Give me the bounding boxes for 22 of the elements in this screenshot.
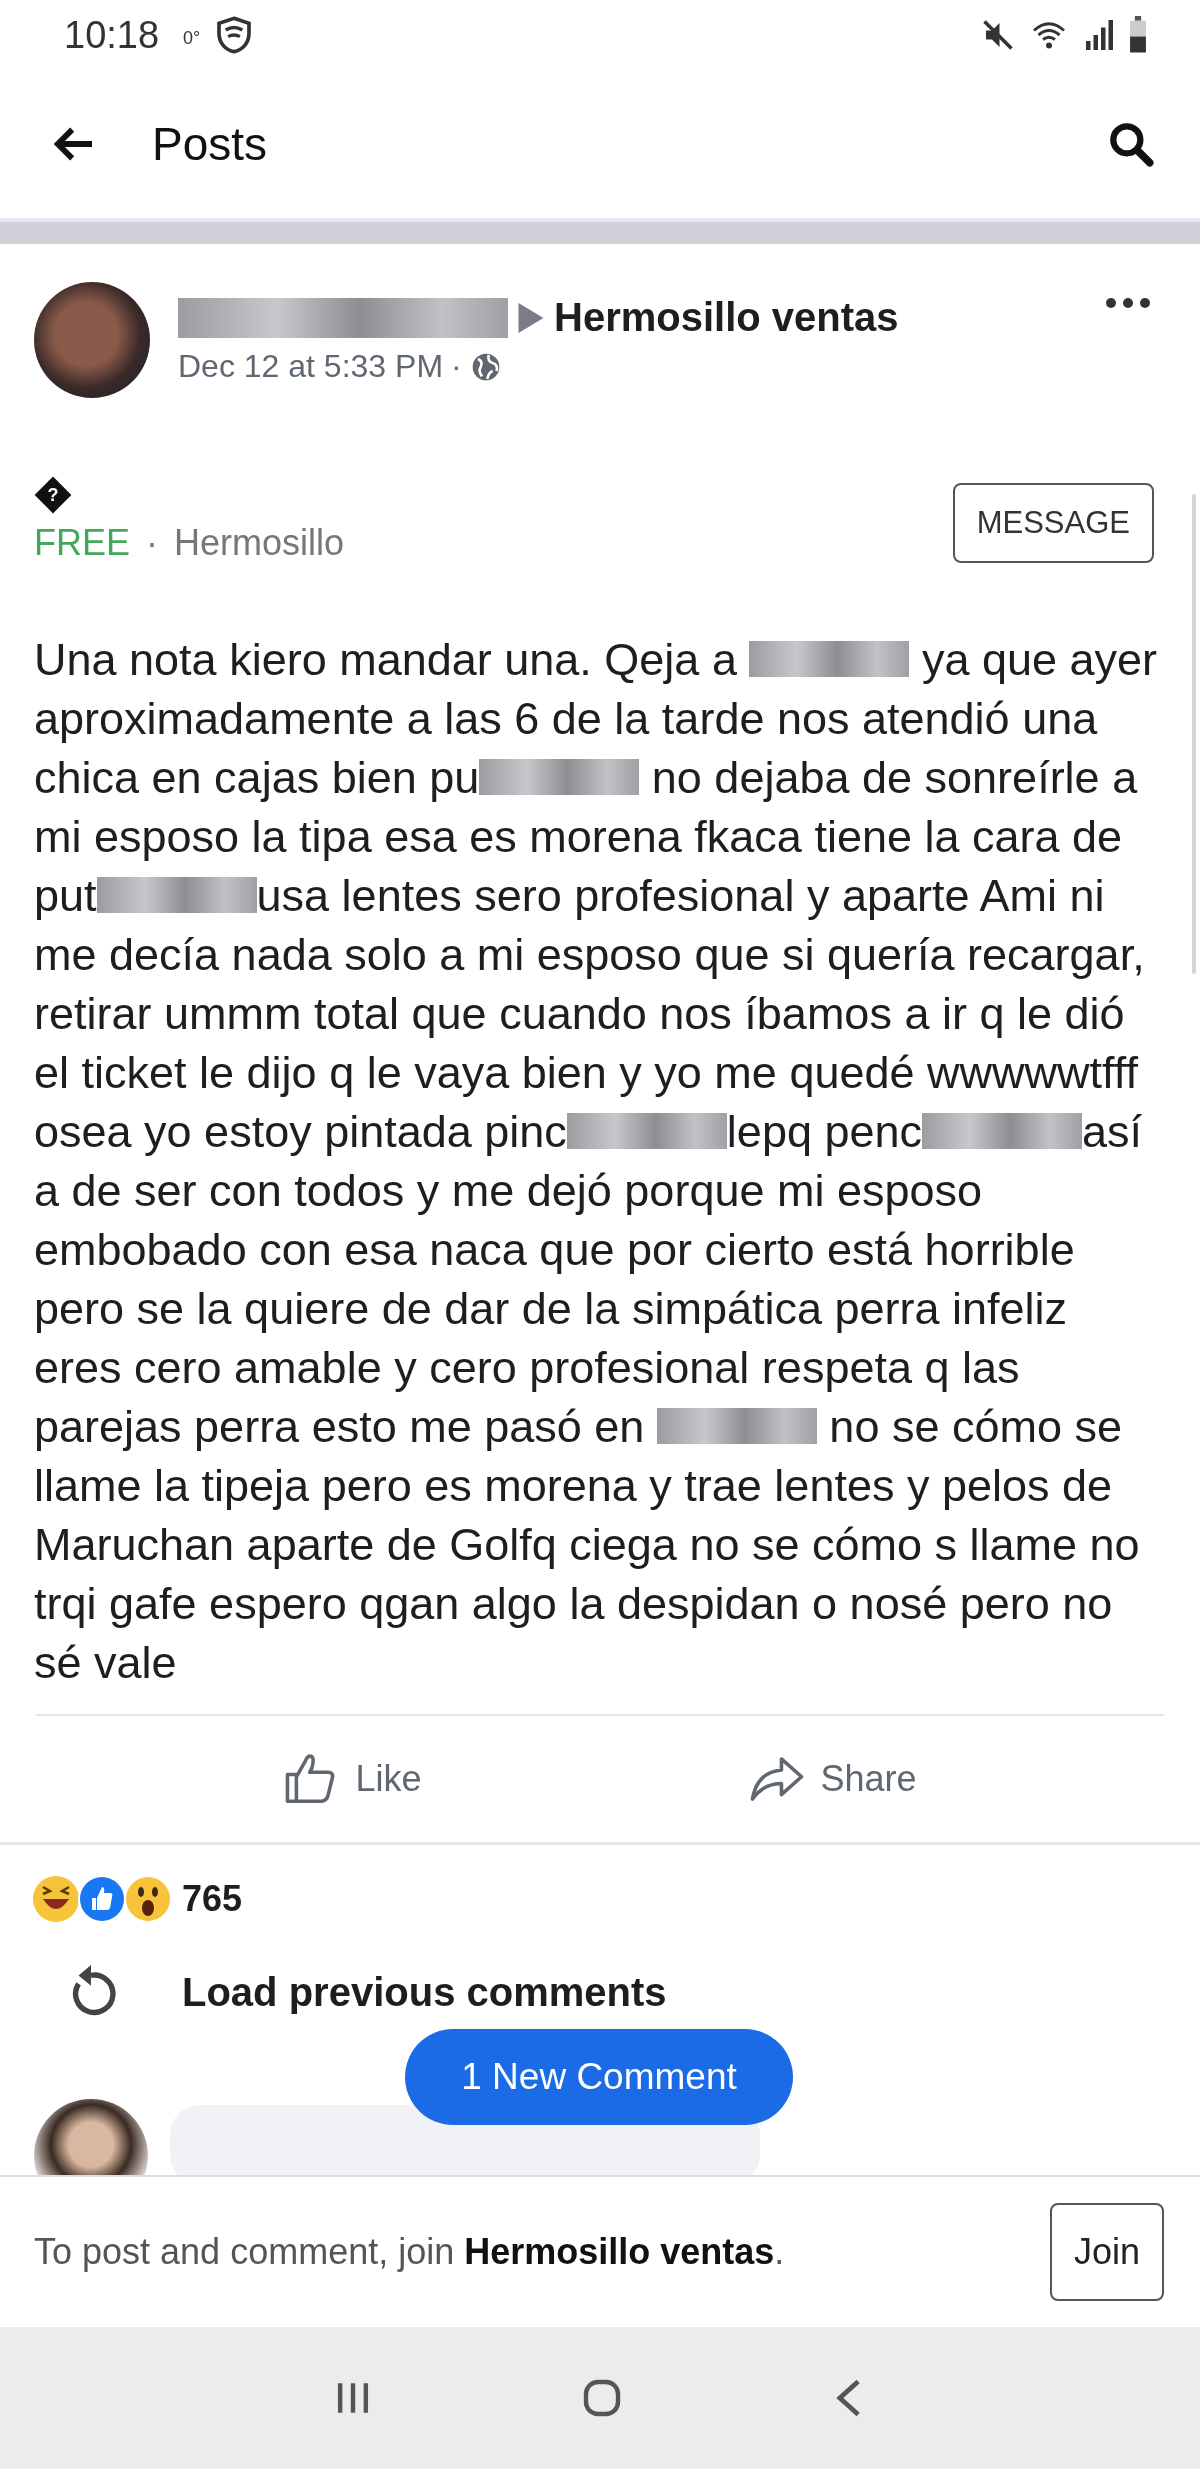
separator-dot: · [146, 522, 158, 564]
post-time[interactable]: Dec 12 at 5:33 PM [178, 348, 444, 385]
page-title: Posts [152, 117, 268, 171]
price: FREE [34, 522, 130, 564]
battery-icon [1128, 16, 1148, 54]
temperature: 0° [183, 27, 201, 49]
separator-dot: · [451, 348, 462, 385]
location: Hermosillo [174, 522, 345, 564]
post-text: Una nota kiero mandar una. Qeja a ya que ayer aproximadamente a las 6 de la tarde nos atendió una chica en cajas bien pu no dejaba de sonreírle a mi esposo la tipa esa es morena fkaca tiene la cara de put usa lentes sero profesional y aparte Ami ni me decía nada solo a mi esposo que si quería recargar, retirar ummm total que cuando nos íbamos a ir q le dió el ticket le dijo q le vaya bien y yo me quedé wwwwwtfff osea yo estoy pintada pinc lepq penc así a de ser con todos y me dejó porque mi esposo embobado con esa naca que por cierto está horrible pero se la quiere de dar de la simpática perra infeliz eres cero amable y cero profesional respeta q las parejas perra esto me pasó en no se cómo se llame la tipeja pero es morena y trae lentes y pelos de Maruchan aparte de Golfq ciega no se cómo s llame no trqi gafe espero qgan algo la despidan o nosé pero no sé vale [34, 633, 1159, 1690]
reaction-count[interactable]: 765 [182, 1878, 243, 1920]
group-name[interactable]: Hermosillo ventas [554, 295, 899, 340]
message-button[interactable]: MESSAGE [952, 483, 1154, 563]
status-time: 10:18 [64, 13, 160, 57]
new-comment-button[interactable]: 1 New Comment [405, 2029, 793, 2125]
load-previous-comments-link[interactable]: Load previous comments [182, 1969, 667, 2015]
missing-glyph: ? [34, 476, 72, 514]
triangle-icon [518, 302, 544, 333]
join-prompt: To post and comment, join Hermosillo ventas. [34, 2231, 785, 2273]
like-button[interactable]: Like [277, 1751, 428, 1807]
join-button[interactable]: Join [1049, 2203, 1164, 2301]
more-icon [1104, 296, 1152, 310]
share-button[interactable]: Share [742, 1753, 923, 1805]
